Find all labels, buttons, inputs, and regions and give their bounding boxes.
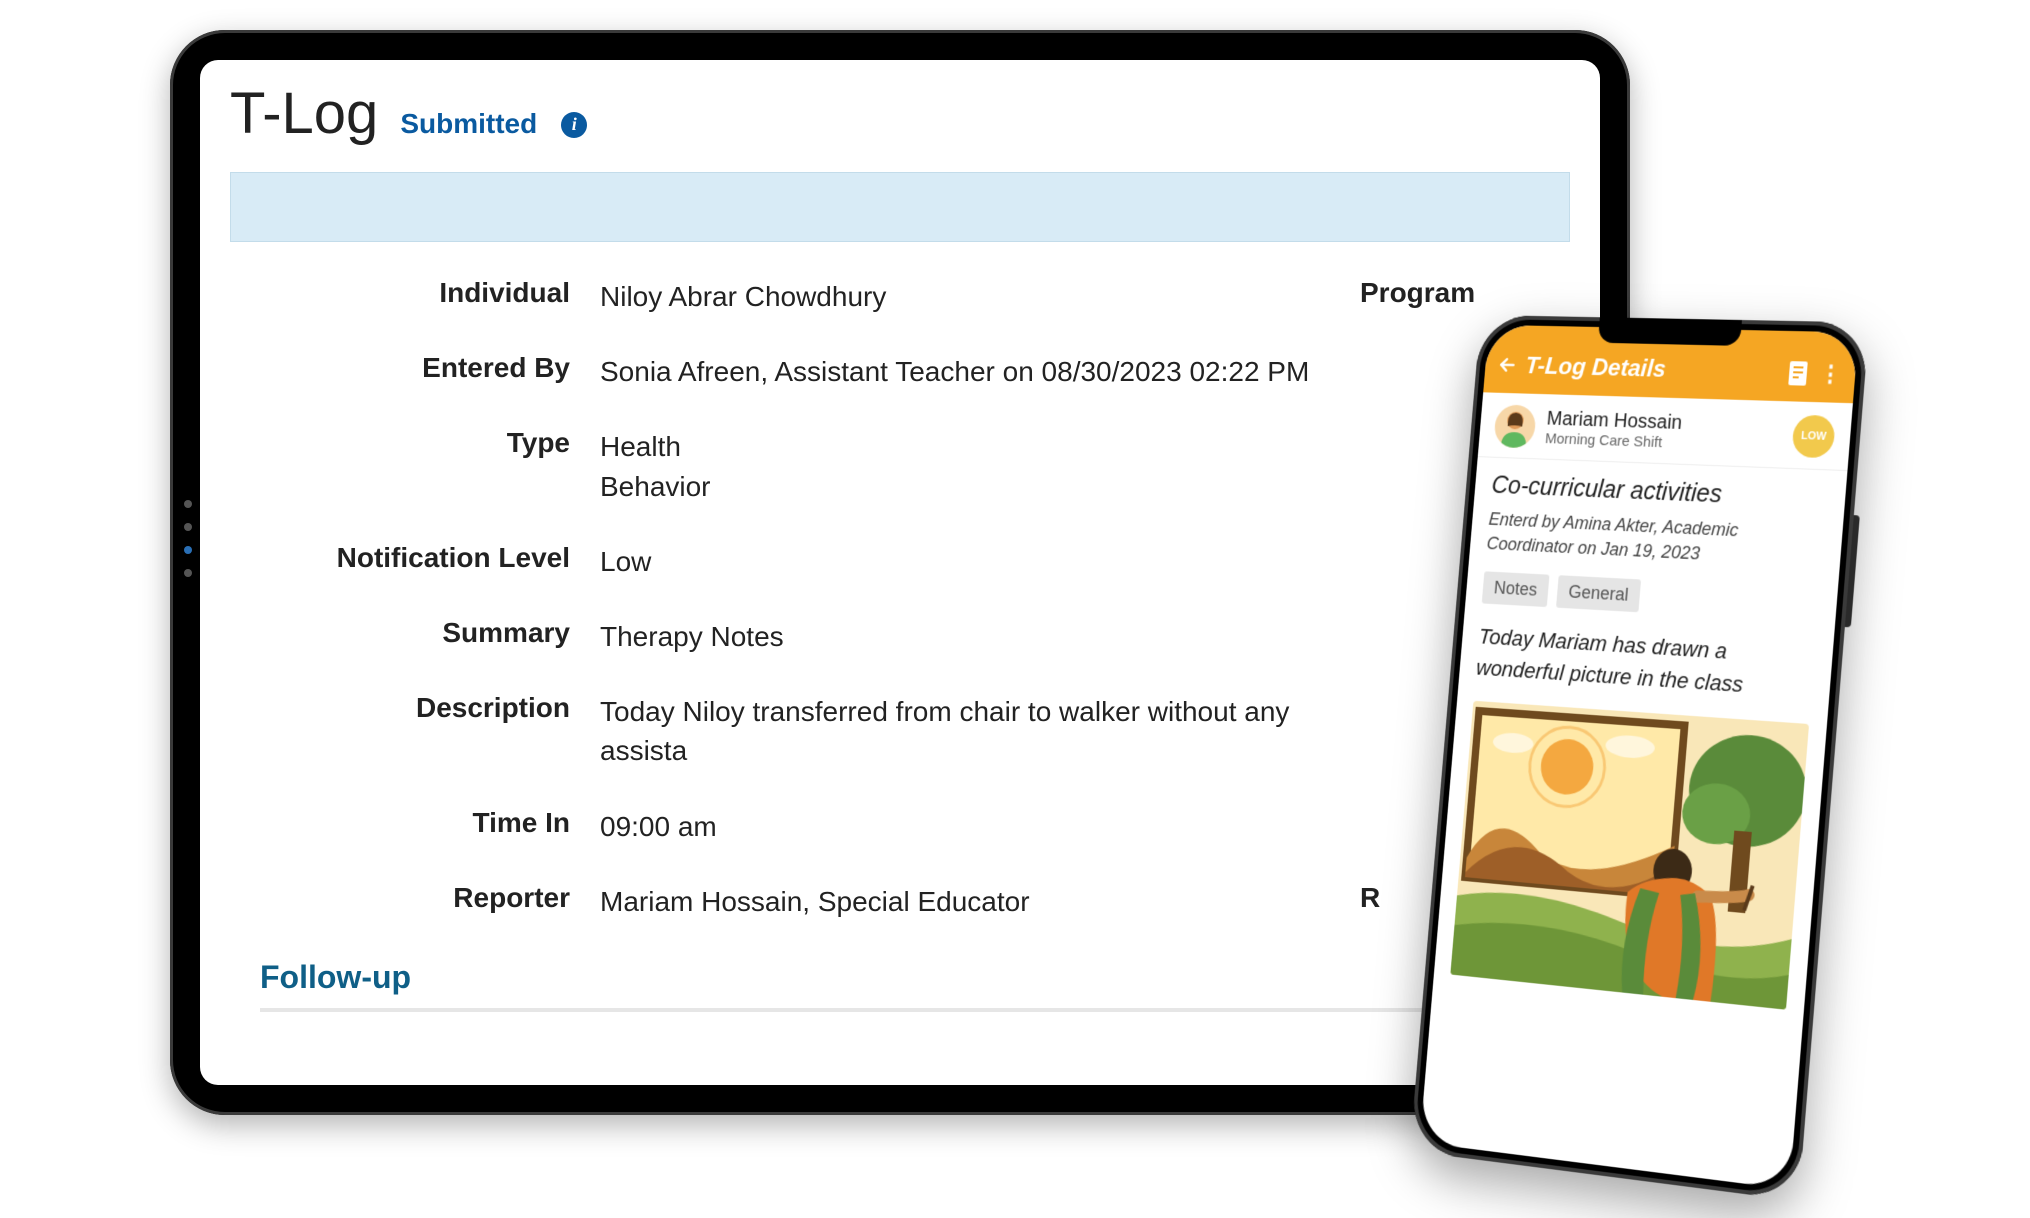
priority-badge: LOW: [1791, 415, 1836, 459]
followup-heading: Follow-up: [230, 921, 1570, 1008]
value-type: Health Behavior: [600, 427, 1330, 505]
details-grid: Individual Niloy Abrar Chowdhury Program…: [230, 272, 1570, 921]
phone-description: Today Mariam has drawn a wonderful pictu…: [1475, 621, 1816, 706]
document-icon[interactable]: [1785, 359, 1811, 388]
value-reporter: Mariam Hossain, Special Educator: [600, 882, 1330, 921]
phone-tags: Notes General: [1482, 572, 1820, 623]
blue-header-bar: [230, 172, 1570, 242]
phone-body: Co-curricular activities Enterd by Amina…: [1433, 457, 1848, 1026]
phone-entered-by: Enterd by Amina Akter, Academic Coordina…: [1486, 507, 1826, 573]
phone-notch: [1598, 317, 1742, 346]
value-individual: Niloy Abrar Chowdhury: [600, 277, 1330, 316]
phone-user-text: Mariam Hossain Morning Care Shift: [1544, 408, 1782, 456]
value-description: Today Niloy transferred from chair to wa…: [600, 692, 1330, 770]
phone-header-title: T-Log Details: [1524, 353, 1777, 387]
tablet-side-dots: [184, 500, 192, 577]
info-icon[interactable]: i: [561, 112, 587, 138]
tablet-screen: T-Log Submitted i Individual Niloy Abrar…: [200, 60, 1600, 1085]
label-type: Type: [260, 427, 570, 505]
followup-divider: [260, 1008, 1570, 1012]
tag-general[interactable]: General: [1556, 576, 1641, 613]
value-time-in: 09:00 am: [600, 807, 1330, 846]
label-description: Description: [260, 692, 570, 770]
label-time-in: Time In: [260, 807, 570, 846]
avatar: [1493, 404, 1537, 448]
activity-title: Co-curricular activities: [1491, 471, 1829, 514]
more-icon[interactable]: ⋮: [1819, 367, 1842, 381]
value-type-2: Behavior: [600, 467, 1330, 506]
value-summary: Therapy Notes: [600, 617, 1330, 656]
label-individual: Individual: [260, 277, 570, 316]
status-badge: Submitted: [400, 108, 537, 140]
label-program: Program: [1360, 277, 1560, 316]
phone-device: T-Log Details ⋮ Mariam Hossain Morning C…: [1410, 315, 1870, 1201]
label-entered-by: Entered By: [260, 352, 570, 391]
phone-attachment-image[interactable]: [1450, 701, 1809, 1010]
label-notification-level: Notification Level: [260, 542, 570, 581]
tag-notes[interactable]: Notes: [1482, 572, 1550, 608]
back-icon[interactable]: [1497, 351, 1518, 381]
label-summary: Summary: [260, 617, 570, 656]
value-notification-level: Low: [600, 542, 1330, 581]
tablet-device: T-Log Submitted i Individual Niloy Abrar…: [170, 30, 1630, 1115]
value-entered-by: Sonia Afreen, Assistant Teacher on 08/30…: [600, 352, 1330, 391]
page-title-row: T-Log Submitted i: [230, 70, 1570, 172]
phone-side-button: [1845, 515, 1860, 627]
value-type-1: Health: [600, 427, 1330, 466]
phone-screen: T-Log Details ⋮ Mariam Hossain Morning C…: [1420, 325, 1859, 1190]
label-reporter: Reporter: [260, 882, 570, 921]
page-title: T-Log: [230, 80, 378, 147]
